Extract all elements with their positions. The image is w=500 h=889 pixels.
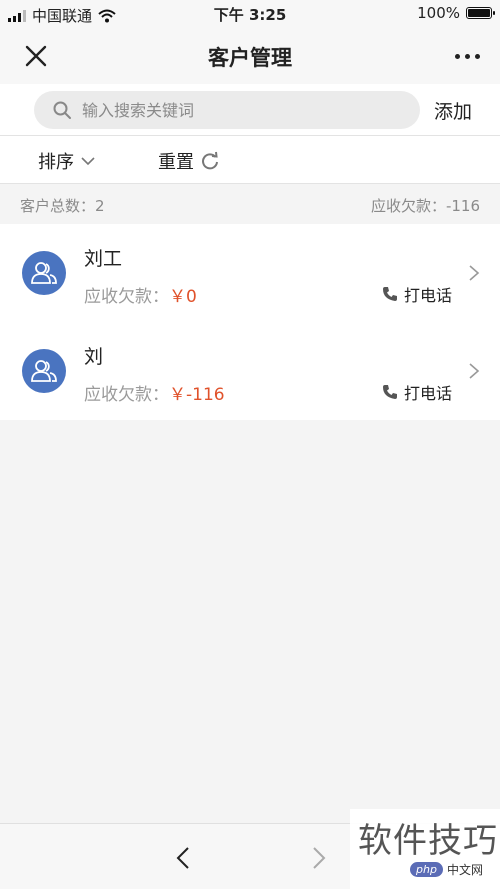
customer-receivable: 应收欠款：￥-116 bbox=[84, 380, 225, 405]
watermark-logo: php 中文网 bbox=[410, 861, 483, 878]
sort-label: 排序 bbox=[38, 152, 74, 173]
customer-item[interactable]: 刘 应收欠款：￥-116 打电话 bbox=[0, 322, 500, 420]
site-name: 中文网 bbox=[446, 863, 483, 877]
users-icon bbox=[31, 360, 57, 382]
reset-label: 重置 bbox=[158, 152, 194, 173]
summary-row: 客户总数：2 应收欠款：-116 bbox=[0, 184, 500, 224]
add-button[interactable]: 添加 bbox=[434, 97, 472, 124]
search-input[interactable] bbox=[80, 99, 384, 121]
receivable-label: 应收欠款： bbox=[84, 287, 169, 307]
call-label: 打电话 bbox=[404, 384, 453, 403]
receivable-amount: ￥0 bbox=[169, 287, 197, 307]
sort-button[interactable]: 排序 bbox=[38, 148, 96, 174]
page-title: 客户管理 bbox=[208, 46, 292, 70]
status-right: 100% bbox=[417, 4, 495, 22]
avatar bbox=[22, 349, 66, 393]
chevron-right-icon[interactable] bbox=[468, 362, 480, 380]
forward-arrow-icon[interactable] bbox=[310, 846, 328, 870]
call-button[interactable]: 打电话 bbox=[382, 282, 452, 306]
search-row: 添加 bbox=[0, 84, 500, 136]
customer-name: 刘 bbox=[84, 346, 104, 368]
more-dot bbox=[455, 53, 460, 59]
battery-percent: 100% bbox=[417, 4, 460, 22]
reset-button[interactable]: 重置 bbox=[158, 148, 220, 174]
search-icon bbox=[53, 101, 71, 119]
phone-icon bbox=[383, 385, 397, 399]
status-bar: 中国联通 下午 3:25 100% bbox=[0, 0, 500, 28]
customer-receivable: 应收欠款：￥0 bbox=[84, 282, 197, 307]
customer-item[interactable]: 刘工 应收欠款：￥0 打电话 bbox=[0, 224, 500, 322]
receivable-amount: ￥-116 bbox=[169, 385, 225, 405]
search-box[interactable] bbox=[34, 91, 420, 129]
chevron-right-icon[interactable] bbox=[468, 264, 480, 282]
avatar bbox=[22, 251, 66, 295]
users-icon bbox=[31, 262, 57, 284]
chevron-down-icon bbox=[81, 157, 95, 166]
refresh-icon bbox=[202, 151, 218, 170]
more-dot bbox=[465, 53, 470, 59]
more-dot bbox=[475, 53, 480, 59]
watermark: 软件技巧 php 中文网 bbox=[350, 809, 500, 889]
customer-total: 客户总数：2 bbox=[20, 197, 105, 215]
more-button[interactable] bbox=[440, 42, 480, 70]
customer-list: 刘工 应收欠款：￥0 打电话 刘 应收欠款：￥-116 打电话 bbox=[0, 224, 500, 420]
receivable-label: 应收欠款： bbox=[84, 385, 169, 405]
php-logo: php bbox=[410, 862, 443, 877]
battery-icon bbox=[466, 7, 495, 19]
nav-bar: 客户管理 bbox=[0, 28, 500, 84]
phone-icon bbox=[383, 287, 397, 301]
call-label: 打电话 bbox=[404, 286, 453, 305]
back-arrow-icon[interactable] bbox=[174, 846, 192, 870]
call-button[interactable]: 打电话 bbox=[382, 380, 452, 404]
filter-row: 排序 重置 bbox=[0, 136, 500, 184]
watermark-text: 软件技巧 bbox=[358, 821, 498, 861]
customer-name: 刘工 bbox=[84, 248, 123, 270]
total-receivable: 应收欠款：-116 bbox=[370, 197, 480, 215]
